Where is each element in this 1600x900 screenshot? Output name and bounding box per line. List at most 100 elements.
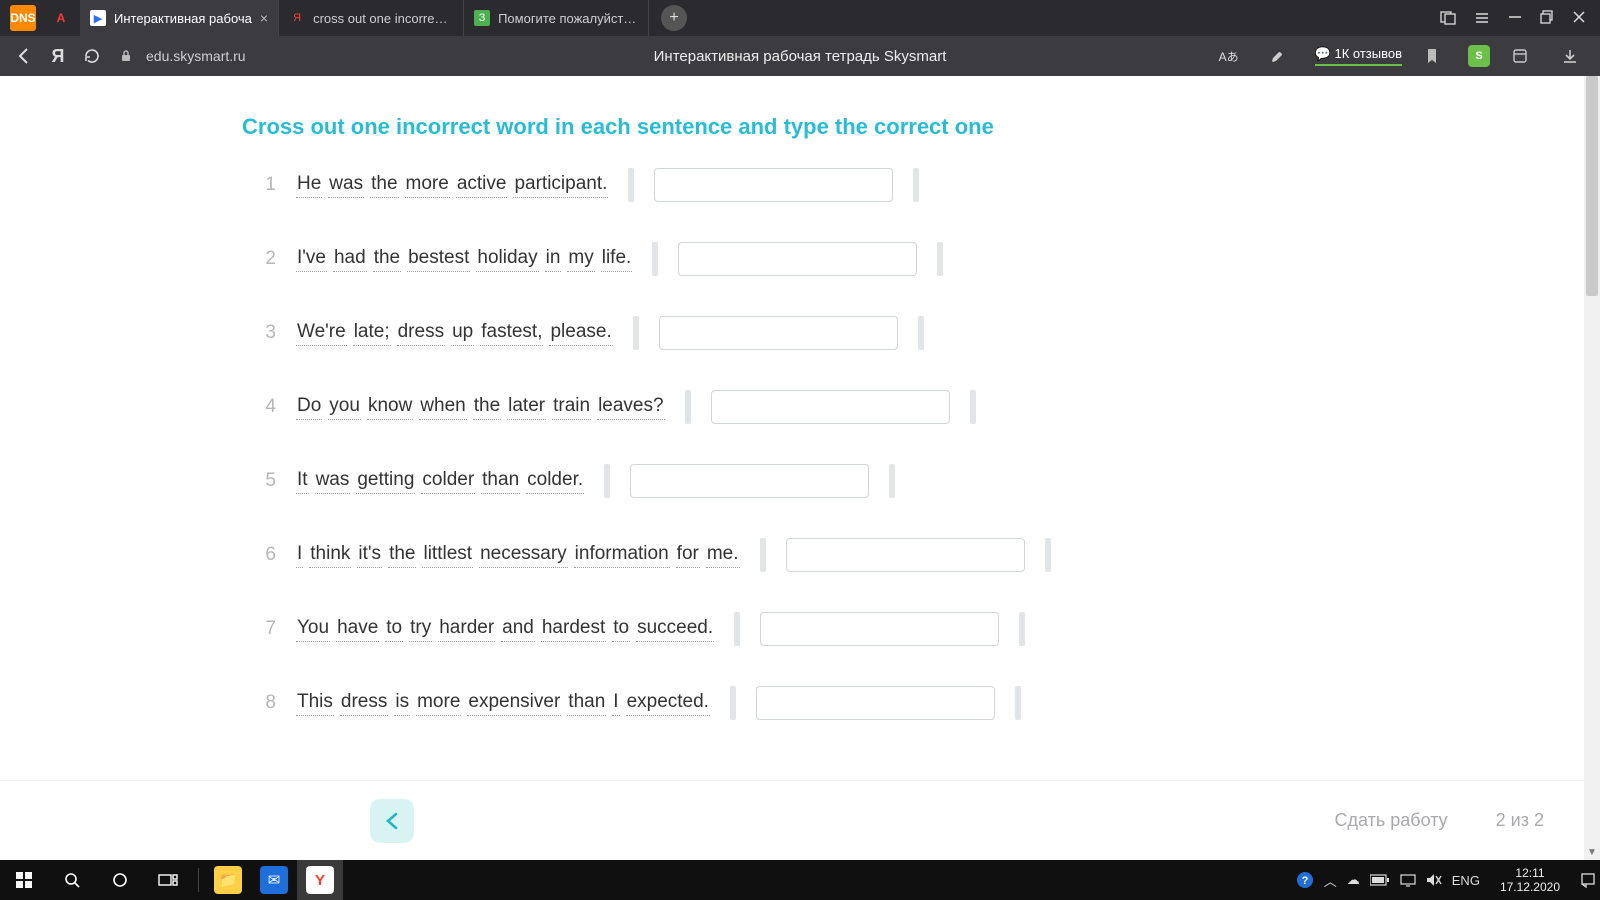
cortana-icon[interactable] bbox=[96, 860, 144, 900]
word-token[interactable]: the bbox=[370, 173, 398, 198]
word-token[interactable]: me. bbox=[706, 543, 740, 568]
word-token[interactable]: more bbox=[405, 173, 450, 198]
word-token[interactable]: and bbox=[501, 617, 535, 642]
word-token[interactable]: information bbox=[574, 543, 670, 568]
downloads-icon[interactable] bbox=[1556, 42, 1584, 70]
word-token[interactable]: is bbox=[394, 691, 410, 716]
word-token[interactable]: colder. bbox=[526, 469, 584, 494]
answer-input[interactable] bbox=[630, 464, 869, 498]
word-token[interactable]: I've bbox=[296, 247, 327, 272]
word-token[interactable]: think bbox=[309, 543, 351, 568]
word-token[interactable]: it's bbox=[357, 543, 382, 568]
word-token[interactable]: You bbox=[296, 617, 330, 642]
word-token[interactable]: in bbox=[545, 247, 562, 272]
browser-tab[interactable]: Яcross out one incorrect wo bbox=[279, 0, 464, 36]
word-token[interactable]: holiday bbox=[476, 247, 538, 272]
scroll-thumb[interactable] bbox=[1586, 76, 1598, 296]
reviews-badge[interactable]: 💬 1К отзывов bbox=[1315, 46, 1402, 66]
word-token[interactable]: later bbox=[507, 395, 546, 420]
word-token[interactable]: dress bbox=[397, 321, 445, 346]
rocket-icon[interactable] bbox=[1265, 42, 1293, 70]
word-token[interactable]: expected. bbox=[626, 691, 710, 716]
tray-onedrive-icon[interactable]: ☁ bbox=[1347, 872, 1360, 888]
start-button[interactable] bbox=[0, 860, 48, 900]
word-token[interactable]: was bbox=[315, 469, 351, 494]
word-token[interactable]: know bbox=[367, 395, 413, 420]
word-token[interactable]: you bbox=[328, 395, 361, 420]
word-token[interactable]: my bbox=[567, 247, 594, 272]
tray-chevron-up-icon[interactable]: ︿ bbox=[1324, 871, 1337, 890]
window-close-icon[interactable] bbox=[1572, 10, 1586, 26]
new-tab-button[interactable]: + bbox=[661, 5, 687, 31]
vertical-scrollbar[interactable]: ▲ ▼ bbox=[1584, 76, 1600, 860]
word-token[interactable]: life. bbox=[601, 247, 633, 272]
word-token[interactable]: bestest bbox=[407, 247, 470, 272]
word-token[interactable]: fastest, bbox=[480, 321, 543, 346]
word-token[interactable]: getting bbox=[356, 469, 415, 494]
word-token[interactable]: This bbox=[296, 691, 334, 716]
yandex-home-icon[interactable]: Я bbox=[44, 42, 72, 70]
word-token[interactable]: expensiver bbox=[467, 691, 561, 716]
answer-input[interactable] bbox=[659, 316, 898, 350]
word-token[interactable]: leaves? bbox=[597, 395, 665, 420]
answer-input[interactable] bbox=[760, 612, 999, 646]
word-token[interactable]: dress bbox=[340, 691, 388, 716]
answer-input[interactable] bbox=[786, 538, 1025, 572]
word-token[interactable]: try bbox=[409, 617, 432, 642]
word-token[interactable]: the bbox=[473, 395, 501, 420]
word-token[interactable]: was bbox=[328, 173, 364, 198]
word-token[interactable]: than bbox=[481, 469, 520, 494]
window-restore-icon[interactable] bbox=[1540, 10, 1554, 26]
word-token[interactable]: succeed. bbox=[636, 617, 714, 642]
word-token[interactable]: had bbox=[333, 247, 367, 272]
word-token[interactable]: the bbox=[373, 247, 401, 272]
taskbar-mail[interactable]: ✉ bbox=[251, 860, 297, 900]
answer-input[interactable] bbox=[678, 242, 917, 276]
word-token[interactable]: colder bbox=[421, 469, 475, 494]
prev-exercise-button[interactable] bbox=[370, 799, 414, 843]
tray-network-icon[interactable] bbox=[1400, 873, 1416, 887]
word-token[interactable]: up bbox=[451, 321, 474, 346]
word-token[interactable]: We're bbox=[296, 321, 347, 346]
word-token[interactable]: necessary bbox=[479, 543, 568, 568]
tray-help-icon[interactable]: ? bbox=[1296, 871, 1314, 889]
word-token[interactable]: I bbox=[612, 691, 619, 716]
tray-notifications-icon[interactable] bbox=[1580, 872, 1596, 888]
word-token[interactable]: the bbox=[388, 543, 416, 568]
taskbar-yandex-browser[interactable]: Y bbox=[297, 860, 343, 900]
taskbar-file-explorer[interactable]: 📁 bbox=[205, 860, 251, 900]
tray-volume-icon[interactable] bbox=[1426, 873, 1442, 887]
submit-button[interactable]: Сдать работу bbox=[1335, 810, 1448, 831]
answer-input[interactable] bbox=[654, 168, 893, 202]
pinned-tab[interactable]: А bbox=[48, 5, 74, 31]
word-token[interactable]: harder bbox=[438, 617, 495, 642]
browser-tab[interactable]: ▶Интерактивная рабоча× bbox=[80, 0, 279, 36]
search-icon[interactable] bbox=[48, 860, 96, 900]
extensions-icon[interactable] bbox=[1506, 42, 1534, 70]
scroll-down-arrow[interactable]: ▼ bbox=[1584, 844, 1600, 860]
word-token[interactable]: He bbox=[296, 173, 322, 198]
bookmark-icon[interactable] bbox=[1418, 42, 1446, 70]
word-token[interactable]: to bbox=[385, 617, 403, 642]
browser-tab[interactable]: ЗПомогите пожалуйста ре bbox=[464, 0, 649, 36]
word-token[interactable]: participant. bbox=[513, 173, 608, 198]
window-minimize-icon[interactable] bbox=[1508, 10, 1522, 26]
tab-close-icon[interactable]: × bbox=[260, 10, 268, 26]
tray-battery-icon[interactable] bbox=[1370, 874, 1390, 886]
pinned-tab[interactable]: DNS bbox=[10, 5, 36, 31]
word-token[interactable]: to bbox=[612, 617, 630, 642]
word-token[interactable]: It bbox=[296, 469, 309, 494]
word-token[interactable]: more bbox=[416, 691, 461, 716]
protect-shield-icon[interactable]: S bbox=[1468, 45, 1490, 67]
word-token[interactable]: train bbox=[552, 395, 591, 420]
word-token[interactable]: active bbox=[456, 173, 508, 198]
task-view-icon[interactable] bbox=[144, 860, 192, 900]
word-token[interactable]: than bbox=[567, 691, 606, 716]
word-token[interactable]: have bbox=[336, 617, 379, 642]
address-url[interactable]: edu.skysmart.ru bbox=[146, 48, 246, 64]
tray-clock[interactable]: 12:11 17.12.2020 bbox=[1490, 864, 1570, 896]
word-token[interactable]: when bbox=[419, 395, 466, 420]
word-token[interactable]: littlest bbox=[422, 543, 473, 568]
browser-menu-icon[interactable] bbox=[1474, 10, 1490, 26]
tray-language[interactable]: ENG bbox=[1452, 873, 1480, 888]
